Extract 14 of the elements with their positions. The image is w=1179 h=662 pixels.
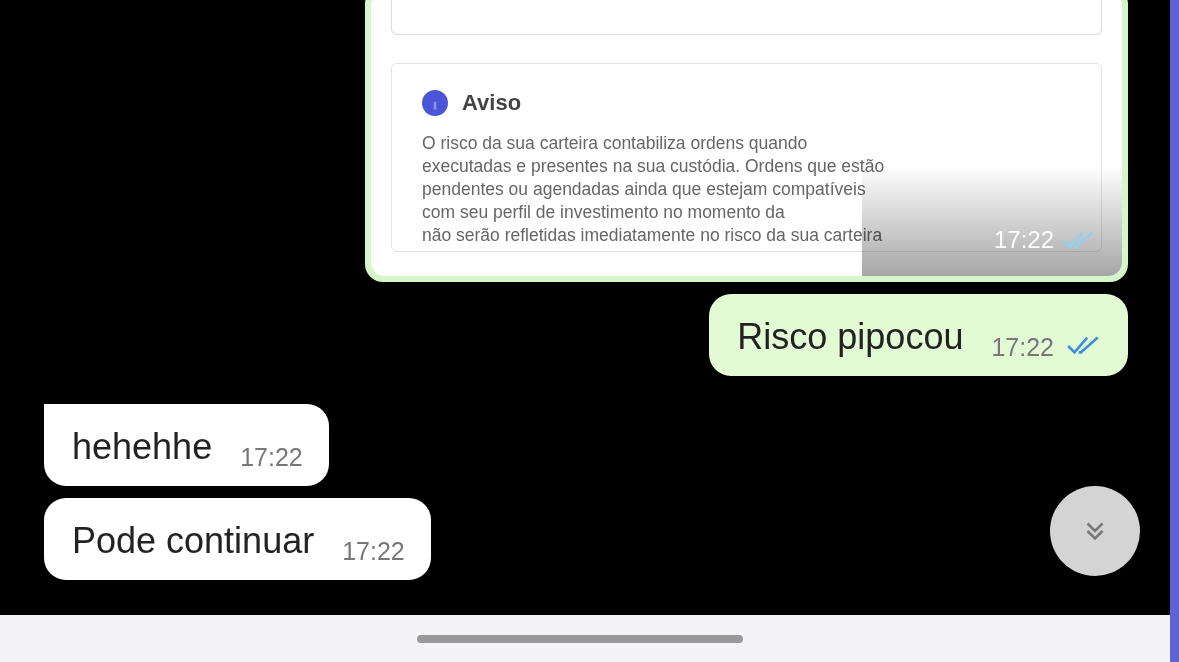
notice-text: O risco da sua carteira contabiliza ordens quando executadas e presentes na sua custódia. Ordens que estão pendentes ou agendadas ainda que estejam compatíveis com seu perfil de investimento no momento da não serão refletidas imediatamente no risco da sua carteira [422,132,885,247]
message-time: 17:22 [240,443,303,472]
message-text: Risco pipocou [737,316,964,358]
message-text: hehehhe [72,426,213,468]
message-text: Pode continuar [72,520,315,562]
message-time: 17:22 [342,537,405,566]
message-time: 17:22 [993,226,1054,254]
message-bubble[interactable]: hehehhe 17:22 [44,404,329,486]
notice-title: Aviso [462,90,522,116]
info-icon [422,90,448,116]
message-time: 17:22 [991,333,1054,362]
message-bubble[interactable]: Risco pipocou 17:22 [709,294,1128,376]
message-bubble[interactable]: Pode continuar 17:22 [44,498,431,580]
home-indicator[interactable] [417,634,743,643]
